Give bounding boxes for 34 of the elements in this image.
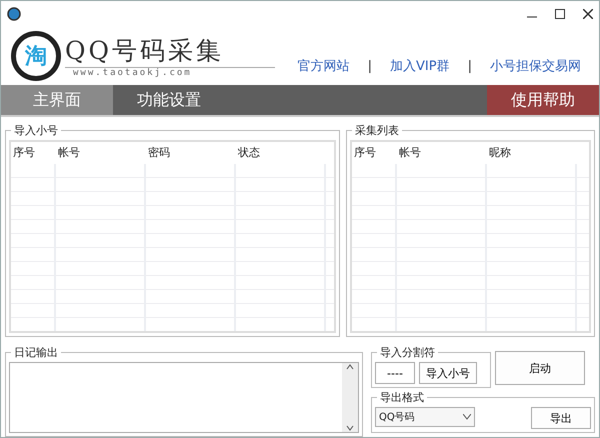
close-icon[interactable] bbox=[583, 9, 593, 19]
column-header[interactable]: 序号 bbox=[11, 142, 56, 164]
column-header[interactable]: 序号 bbox=[352, 142, 397, 164]
column-header[interactable]: 密码 bbox=[146, 142, 236, 164]
export-button[interactable]: 导出 bbox=[531, 407, 591, 429]
nav-tab[interactable]: 使用帮助 bbox=[487, 85, 599, 115]
logo-title: QQ号码采集 bbox=[65, 34, 275, 68]
nav-tab[interactable]: 功能设置 bbox=[113, 85, 225, 115]
header-link[interactable]: 加入VIP群 bbox=[390, 57, 450, 75]
link-separator: | bbox=[368, 58, 372, 74]
group-title: 导出格式 bbox=[379, 390, 425, 405]
group-title: 采集列表 bbox=[354, 123, 400, 138]
header-link[interactable]: 小号担保交易网 bbox=[490, 57, 581, 75]
scrollbar[interactable] bbox=[342, 363, 358, 432]
chevron-down-icon[interactable] bbox=[346, 424, 354, 432]
group-title: 日记输出 bbox=[13, 345, 59, 360]
separator-field[interactable]: ---- bbox=[375, 362, 415, 384]
group-title: 导入小号 bbox=[13, 123, 59, 138]
column-header[interactable]: 状态 bbox=[236, 142, 326, 164]
group-title: 导入分割符 bbox=[379, 345, 436, 360]
column-header[interactable]: 帐号 bbox=[396, 142, 487, 164]
start-button[interactable]: 启动 bbox=[495, 351, 585, 385]
logo-url: www.taotaokj.com bbox=[72, 68, 193, 78]
chevron-up-icon[interactable] bbox=[346, 363, 354, 371]
maximize-icon[interactable] bbox=[555, 9, 565, 19]
import-button[interactable]: 导入小号 bbox=[419, 362, 477, 384]
column-header[interactable]: 昵称 bbox=[486, 142, 577, 164]
column-header[interactable]: 帐号 bbox=[56, 142, 146, 164]
logo-mark: 淘 bbox=[11, 31, 61, 81]
link-separator: | bbox=[468, 58, 472, 74]
format-dropdown[interactable]: QQ号码 bbox=[375, 407, 475, 427]
caret-icon bbox=[463, 414, 471, 420]
header-link[interactable]: 官方网站 bbox=[298, 57, 350, 75]
app-icon bbox=[7, 7, 21, 21]
